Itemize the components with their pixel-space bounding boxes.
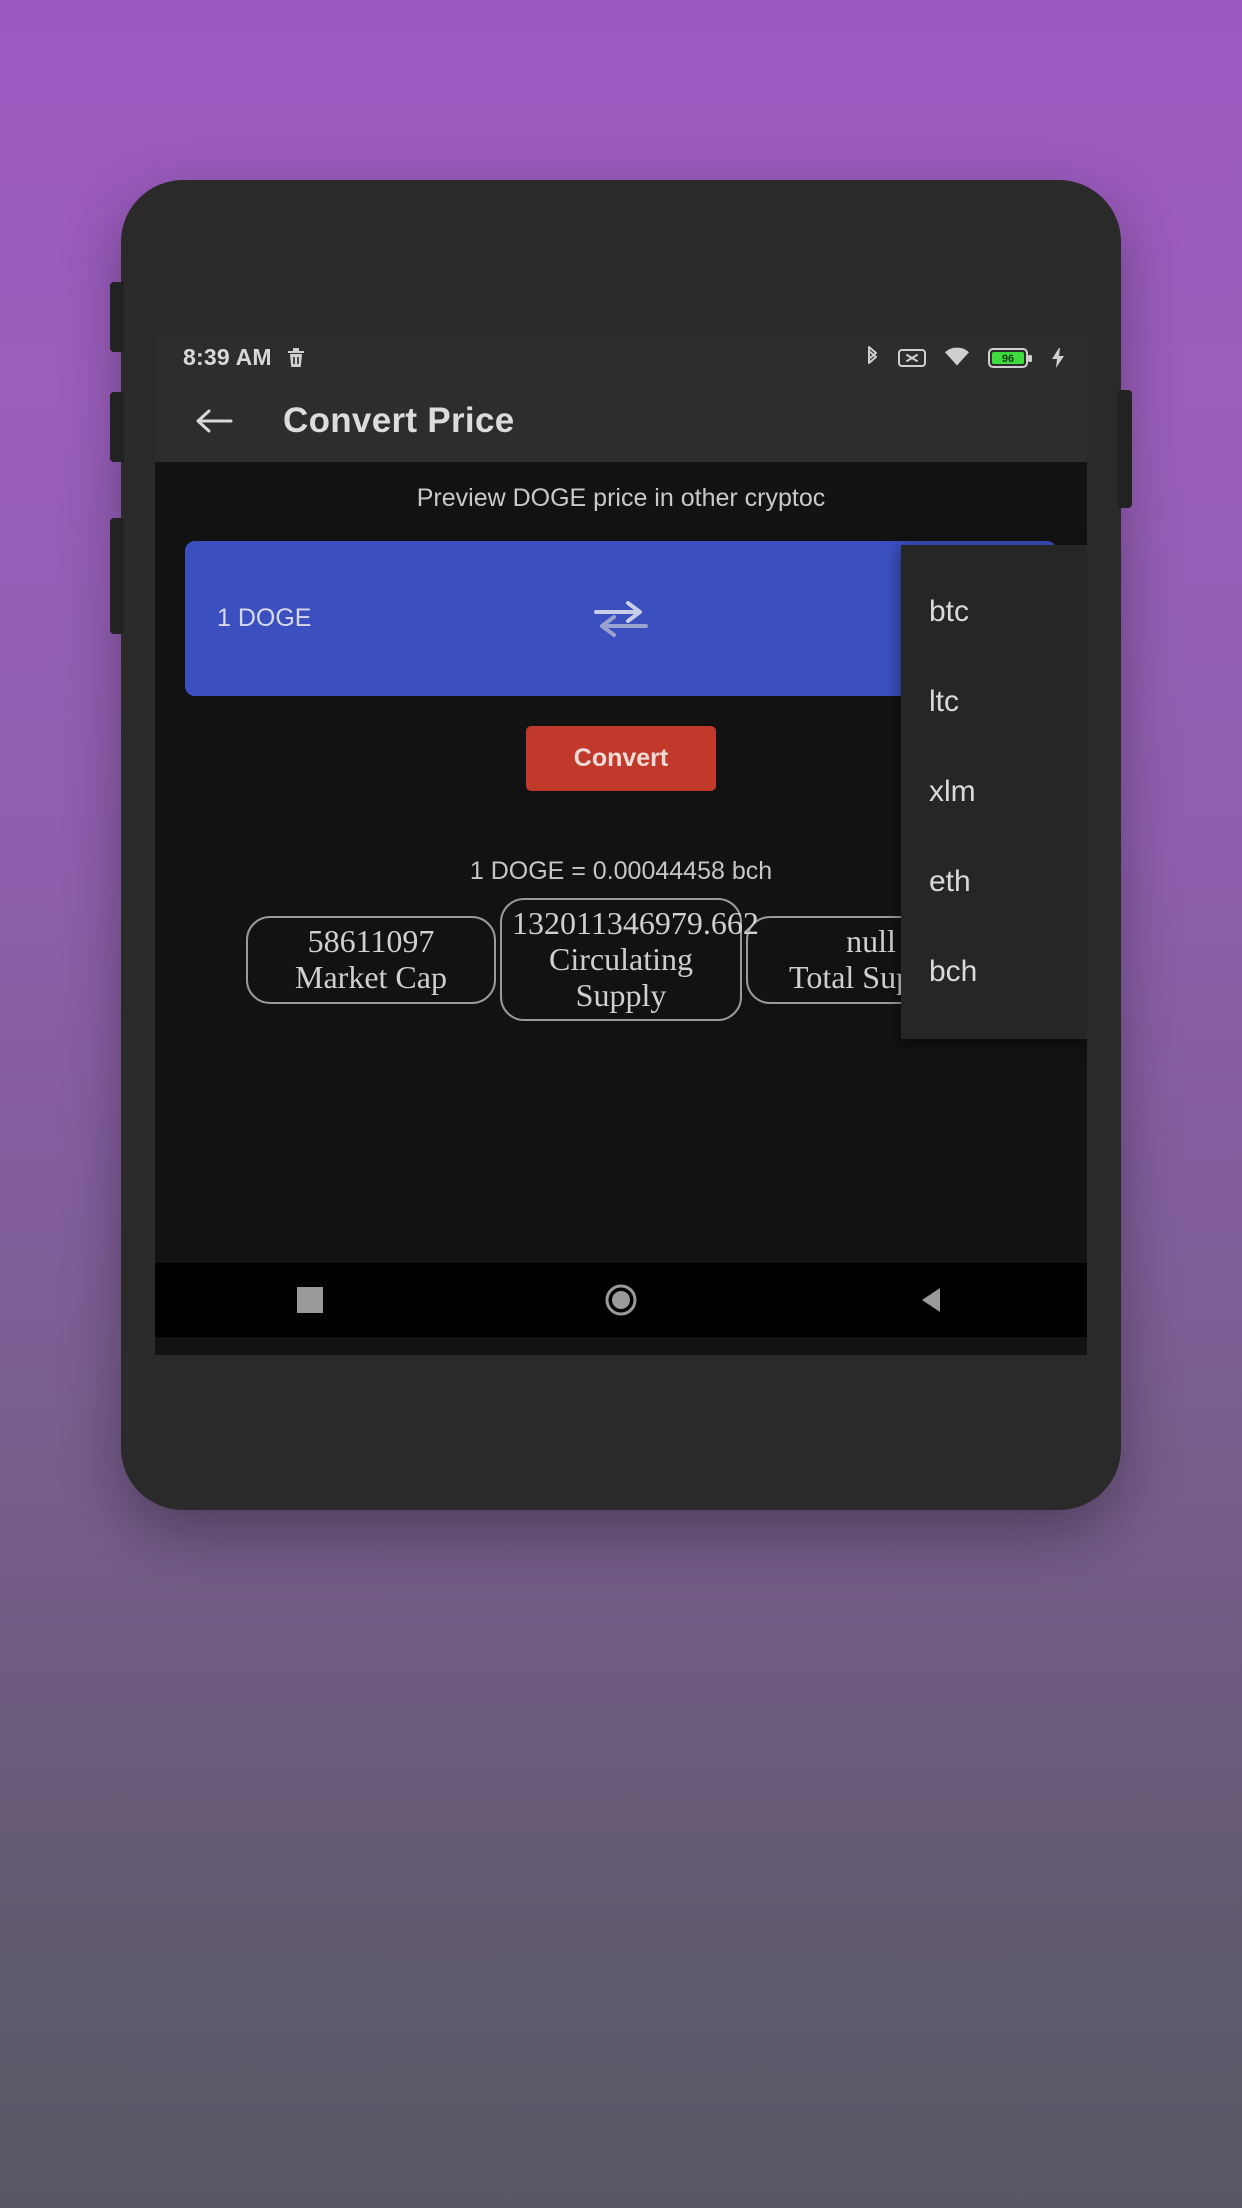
stat-label: Circulating Supply: [549, 940, 693, 1013]
subtitle-text: Preview DOGE price in other cryptoc: [416, 484, 826, 512]
phone-side-button-right-1[interactable]: [1118, 390, 1132, 508]
battery-icon: 96: [988, 347, 1034, 369]
android-navigation-bar: [155, 1263, 1087, 1337]
phone-side-button-left-3[interactable]: [110, 518, 124, 634]
stat-card-circulating-supply: 132011346979.662 Circulating Supply: [500, 898, 759, 1022]
menu-item-btc[interactable]: btc: [901, 567, 1087, 657]
svg-text:96: 96: [1002, 353, 1014, 365]
triangle-back-icon[interactable]: [887, 1263, 977, 1337]
app-bar: Convert Price: [155, 380, 1087, 462]
bluetooth-icon: [864, 345, 881, 370]
stat-card-market-cap: 58611097 Market Cap: [246, 915, 496, 1004]
status-clock: 8:39 AM: [183, 344, 272, 370]
trash-icon: [286, 346, 306, 369]
sim-missing-icon: [898, 347, 926, 369]
app-content: Preview DOGE price in other cryptoc 1 DO…: [155, 462, 1087, 1337]
status-bar-left: 8:39 AM: [183, 344, 306, 371]
phone-side-button-left-1[interactable]: [110, 282, 124, 352]
phone-side-button-left-2[interactable]: [110, 392, 124, 462]
status-bar: 8:39 AM 96: [155, 335, 1087, 380]
stat-label: Market Cap: [295, 958, 447, 995]
arrow-left-icon[interactable]: [191, 398, 237, 444]
amount-value: 1 DOGE: [217, 604, 312, 632]
currency-dropdown-menu[interactable]: btc ltc xlm eth bch: [901, 545, 1087, 1039]
swap-horizontal-icon[interactable]: [594, 600, 648, 638]
page-title: Convert Price: [283, 401, 515, 440]
phone-frame: 8:39 AM 96 Convert Price Preview DOGE pr…: [110, 180, 1132, 1510]
menu-item-eth[interactable]: eth: [901, 837, 1087, 927]
status-bar-right: 96: [864, 345, 1065, 370]
square-icon[interactable]: [265, 1263, 355, 1337]
menu-item-xlm[interactable]: xlm: [901, 747, 1087, 837]
menu-item-bch[interactable]: bch: [901, 927, 1087, 1017]
stat-value: 132011346979.662: [512, 905, 759, 941]
phone-screen: 8:39 AM 96 Convert Price Preview DOGE pr…: [155, 335, 1087, 1355]
charging-bolt-icon: [1051, 347, 1065, 369]
menu-item-ltc[interactable]: ltc: [901, 657, 1087, 747]
convert-button[interactable]: Convert: [525, 726, 717, 791]
stat-value: 58611097: [307, 922, 435, 959]
wifi-icon: [943, 347, 971, 369]
circle-icon[interactable]: [576, 1263, 666, 1337]
